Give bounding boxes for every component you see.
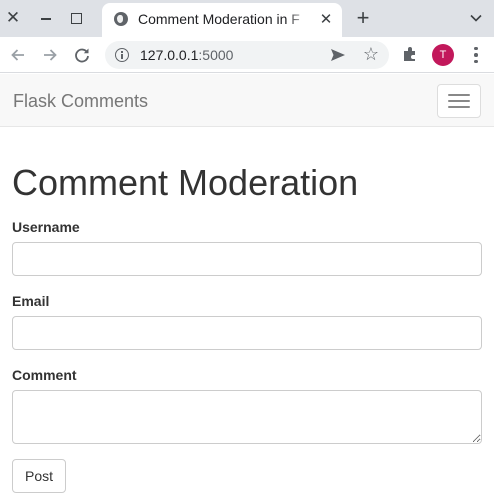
send-tab-icon[interactable] (329, 46, 347, 64)
url-text: 127.0.0.1:5000 (140, 47, 233, 63)
extensions-puzzle-icon[interactable] (400, 44, 420, 64)
browser-tab-bar: ✕ Comment Moderation in F ✕ + (0, 0, 494, 37)
tab-close-icon[interactable]: ✕ (316, 9, 336, 29)
url-host: 127.0.0.1 (140, 47, 199, 63)
navbar-brand[interactable]: Flask Comments (13, 91, 148, 112)
bookmark-star-icon[interactable]: ☆ (361, 44, 381, 64)
site-navbar: Flask Comments (0, 74, 494, 127)
profile-avatar[interactable]: T (432, 44, 454, 66)
globe-icon (114, 12, 128, 26)
comment-label: Comment (12, 367, 77, 383)
site-info-icon[interactable] (115, 48, 129, 62)
navbar-toggle-hamburger-icon[interactable] (437, 84, 481, 118)
address-bar[interactable]: 127.0.0.1:5000 ☆ (105, 41, 389, 69)
browser-toolbar: 127.0.0.1:5000 ☆ T (0, 37, 494, 73)
forward-arrow-icon[interactable] (38, 43, 62, 67)
browser-menu-icon[interactable] (466, 44, 486, 66)
browser-tab[interactable]: Comment Moderation in F ✕ (102, 3, 342, 37)
reload-icon[interactable] (70, 43, 94, 67)
page-title: Comment Moderation (12, 162, 359, 203)
email-input[interactable] (12, 316, 482, 350)
window-close-icon[interactable]: ✕ (1, 6, 25, 30)
email-label: Email (12, 293, 50, 309)
window-minimize-icon[interactable] (34, 6, 58, 30)
new-tab-icon[interactable]: + (352, 7, 374, 29)
username-label: Username (12, 219, 80, 235)
window-maximize-icon[interactable] (64, 6, 88, 30)
tab-search-chevron-icon[interactable] (466, 8, 486, 28)
back-arrow-icon[interactable] (6, 43, 30, 67)
tab-title: Comment Moderation in F (138, 11, 300, 27)
url-port: :5000 (198, 47, 234, 63)
post-button[interactable]: Post (12, 459, 66, 493)
comment-textarea[interactable] (12, 390, 482, 444)
username-input[interactable] (12, 242, 482, 276)
